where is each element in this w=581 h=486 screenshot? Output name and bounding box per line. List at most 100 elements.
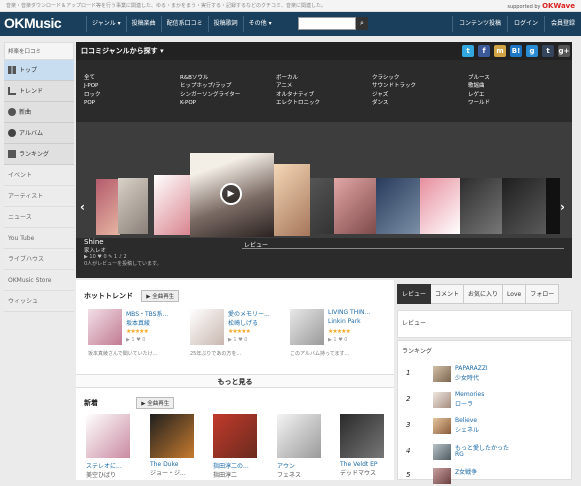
- new-release-artist[interactable]: デッドマウス: [340, 468, 388, 477]
- new-release-thumbnail[interactable]: [213, 414, 257, 458]
- rank-title[interactable]: Believe: [455, 417, 477, 424]
- trend-thumbnail[interactable]: [290, 309, 324, 345]
- genre-link[interactable]: ジャズ: [372, 91, 468, 99]
- okwave-logo[interactable]: OKWave: [542, 2, 575, 10]
- album-cover[interactable]: [96, 179, 120, 235]
- nav-other[interactable]: その他 ▾: [242, 16, 277, 32]
- new-release-thumbnail[interactable]: [150, 414, 194, 458]
- new-release-card[interactable]: 指田淳二の... 指田淳二: [213, 414, 261, 479]
- genre-link[interactable]: クラシック: [372, 74, 468, 82]
- rank-thumbnail[interactable]: [433, 444, 451, 460]
- genre-link[interactable]: R&Bソウル: [180, 74, 276, 82]
- play-icon[interactable]: ▶: [220, 183, 242, 205]
- genre-link[interactable]: ブルース: [468, 74, 564, 82]
- new-release-card[interactable]: The Veldt EP デッドマウス: [340, 414, 388, 477]
- tab-comment[interactable]: コメント: [431, 284, 465, 304]
- rank-title[interactable]: Memories: [455, 391, 484, 398]
- genre-link[interactable]: サウンドトラック: [372, 82, 468, 90]
- play-all-button[interactable]: ▶ 全曲再生: [141, 290, 180, 302]
- ranking-item[interactable]: 5 Z女戦争: [403, 466, 568, 486]
- new-release-thumbnail[interactable]: [277, 414, 321, 458]
- facebook-icon[interactable]: f: [478, 45, 490, 57]
- new-release-title[interactable]: The Veldt EP: [340, 461, 388, 468]
- tab-favorite[interactable]: お気に入り: [464, 284, 504, 304]
- rank-title[interactable]: PAPARAZZI: [455, 365, 488, 372]
- nav-posted-songs[interactable]: 投稿楽曲: [125, 16, 161, 32]
- genre-link[interactable]: 歌謡曲: [468, 82, 564, 90]
- trend-title[interactable]: LIVING THIN...: [328, 309, 370, 316]
- rank-title[interactable]: Z女戦争: [455, 467, 477, 476]
- ranking-item[interactable]: 4 もっと愛したかった RG: [403, 442, 568, 462]
- genre-link[interactable]: J-POP: [84, 82, 180, 90]
- new-release-title[interactable]: The Duke: [150, 461, 198, 468]
- new-release-artist[interactable]: ジョー・ジ...: [150, 468, 198, 477]
- album-cover[interactable]: [274, 164, 310, 236]
- sidebar-item-ranking[interactable]: ランキング: [4, 144, 74, 165]
- mixi-icon[interactable]: m: [494, 45, 506, 57]
- sidebar-link-news[interactable]: ニュース: [4, 207, 74, 228]
- new-release-card[interactable]: The Duke ジョー・ジ...: [150, 414, 198, 477]
- album-cover[interactable]: [334, 178, 376, 234]
- sidebar-item-trend[interactable]: トレンド: [4, 81, 74, 102]
- album-cover[interactable]: [154, 175, 190, 235]
- sidebar-item-album[interactable]: アルバム: [4, 123, 74, 144]
- album-cover[interactable]: [502, 178, 546, 234]
- twitter-icon[interactable]: t: [462, 45, 474, 57]
- genre-link[interactable]: レゲエ: [468, 91, 564, 99]
- login-link[interactable]: ログイン: [506, 16, 544, 32]
- new-release-artist[interactable]: 指田淳二: [213, 470, 261, 479]
- genre-link[interactable]: ワールド: [468, 99, 564, 107]
- trend-title[interactable]: MBS・TBS系...: [126, 309, 168, 318]
- sidebar-item-new[interactable]: 新曲: [4, 102, 74, 123]
- new-release-thumbnail[interactable]: [340, 414, 384, 458]
- supported-by[interactable]: supported by OKWave: [507, 0, 575, 11]
- new-release-thumbnail[interactable]: [86, 414, 130, 458]
- featured-artist[interactable]: 家入レオ: [84, 246, 162, 254]
- rank-thumbnail[interactable]: [433, 366, 451, 382]
- rank-artist[interactable]: 少女時代: [455, 373, 479, 382]
- search-input[interactable]: [298, 17, 356, 30]
- genre-link[interactable]: エレクトロニック: [276, 99, 372, 107]
- genre-link[interactable]: ダンス: [372, 99, 468, 107]
- tab-love[interactable]: Love: [503, 284, 527, 304]
- new-release-artist[interactable]: 美空ひばり: [86, 470, 134, 479]
- trend-artist[interactable]: Linkin Park: [328, 318, 361, 325]
- tab-review[interactable]: レビュー: [397, 284, 432, 304]
- rank-artist[interactable]: シェネル: [455, 425, 479, 434]
- sidebar-link-youtube[interactable]: You Tube: [4, 228, 74, 249]
- sidebar-link-event[interactable]: イベント: [4, 165, 74, 186]
- featured-title[interactable]: Shine: [84, 238, 162, 246]
- genre-link[interactable]: シンガーソングライター: [180, 91, 276, 99]
- new-release-card[interactable]: ステレオに... 美空ひばり: [86, 414, 134, 479]
- trend-title[interactable]: 愛のメモリー...: [228, 309, 270, 318]
- sidebar-link-artist[interactable]: アーティスト: [4, 186, 74, 207]
- new-release-title[interactable]: アウン: [277, 461, 325, 470]
- carousel-prev-arrow[interactable]: ‹: [80, 200, 85, 214]
- googleplus-icon[interactable]: g+: [558, 45, 570, 57]
- trend-thumbnail[interactable]: [190, 309, 224, 345]
- ranking-item[interactable]: 3 Believe シェネル: [403, 416, 568, 436]
- register-link[interactable]: 会員登録: [543, 16, 581, 32]
- new-release-card[interactable]: アウン フェネス: [277, 414, 325, 479]
- rank-artist[interactable]: ローラ: [455, 399, 473, 408]
- genre-link[interactable]: オルタナティブ: [276, 91, 372, 99]
- trend-artist[interactable]: 坂本真綾: [126, 318, 150, 327]
- ranking-item[interactable]: 1 PAPARAZZI 少女時代: [403, 364, 568, 384]
- more-link[interactable]: もっと見る: [76, 374, 394, 388]
- sidebar-link-store[interactable]: OKMusic Store: [4, 270, 74, 291]
- sidebar-link-wish[interactable]: ウィッシュ: [4, 291, 74, 312]
- album-cover[interactable]: [546, 178, 560, 234]
- trend-thumbnail[interactable]: [88, 309, 122, 345]
- sidebar-link-livehouse[interactable]: ライブハウス: [4, 249, 74, 270]
- site-logo[interactable]: OKMusic: [4, 15, 62, 31]
- nav-lyrics[interactable]: 投稿歌詞: [207, 16, 243, 32]
- album-cover[interactable]: [460, 178, 502, 234]
- tumblr-icon[interactable]: t: [542, 45, 554, 57]
- album-cover[interactable]: [310, 178, 334, 234]
- search-button[interactable]: ⌕: [356, 17, 368, 30]
- rank-artist[interactable]: RG: [455, 451, 464, 458]
- nav-reviews[interactable]: 配信系口コミ: [160, 16, 208, 32]
- tab-follow[interactable]: フォロー: [526, 284, 560, 304]
- genre-link[interactable]: POP: [84, 99, 180, 107]
- genre-link[interactable]: ヒップホップ/ラップ: [180, 82, 276, 90]
